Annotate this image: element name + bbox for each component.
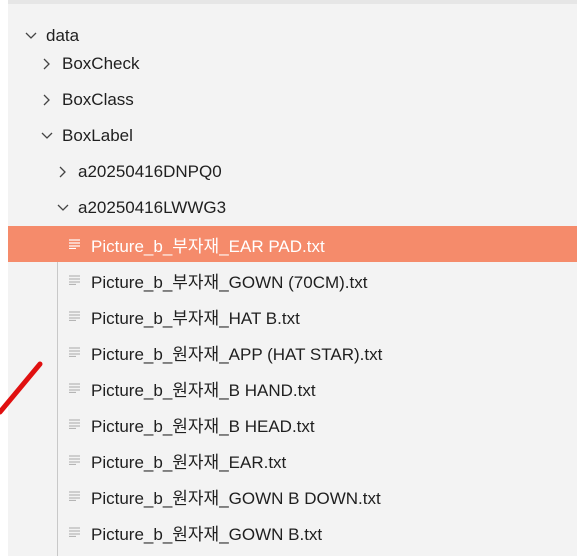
file-item[interactable]: Picture_b_부자재_HAT B.txt: [8, 298, 577, 334]
chevron-right-icon[interactable]: [38, 46, 56, 82]
file-label: Picture_b_원자재_GOWN B DOWN.txt: [91, 488, 381, 508]
file-item[interactable]: Picture_b_원자재_B HAND.txt: [8, 370, 577, 406]
file-label: Picture_b_부자재_EAR PAD.txt: [91, 236, 325, 256]
file-label: Picture_b_원자재_EAR.txt: [91, 452, 287, 472]
tree-item-label: BoxCheck: [62, 54, 140, 73]
red-annotation-line: [0, 361, 43, 415]
file-label: Picture_b_원자재_GOWN B.txt: [91, 524, 323, 544]
file-label: Picture_b_부자재_HAT B.txt: [91, 308, 300, 328]
text-file-icon: [69, 226, 91, 262]
tree-item-label: a20250416LWWG3: [78, 198, 227, 217]
chevron-right-icon[interactable]: [38, 82, 56, 118]
tree-item-boxclass[interactable]: BoxClass: [8, 82, 577, 118]
file-label: Picture_b_부자재_GOWN (70CM).txt: [91, 272, 368, 292]
file-item[interactable]: Picture_b_부자재_GOWN (70CM).txt: [8, 262, 577, 298]
tree-item-a20250416dnpq0[interactable]: a20250416DNPQ0: [8, 154, 577, 190]
tree-item-label: a20250416DNPQ0: [78, 162, 222, 181]
tree-item-label: data: [46, 26, 80, 45]
file-label: Picture_b_원자재_B HEAD.txt: [91, 416, 315, 436]
file-item[interactable]: Picture_b_원자재_GOWN B.txt: [8, 514, 577, 550]
text-file-icon: [69, 370, 91, 406]
file-item[interactable]: Picture_b_원자재_EAR.txt: [8, 442, 577, 478]
file-item[interactable]: Picture_b_원자재_APP (HAT STAR).txt: [8, 334, 577, 370]
text-file-icon: [69, 298, 91, 334]
tree-item-label: BoxLabel: [62, 126, 133, 145]
file-item[interactable]: Picture_b_원자재_B HEAD.txt: [8, 406, 577, 442]
file-label: Picture_b_원자재_APP (HAT STAR).txt: [91, 344, 383, 364]
chevron-right-icon[interactable]: [54, 154, 72, 190]
tree-item-label: BoxClass: [62, 90, 134, 109]
tree-item-boxlabel[interactable]: BoxLabel: [8, 118, 577, 154]
chevron-down-icon[interactable]: [38, 118, 56, 154]
file-item[interactable]: Picture_b_원자재_GOWN B DOWN.txt: [8, 478, 577, 514]
text-file-icon: [69, 478, 91, 514]
file-item[interactable]: Picture_b_부자재_EAR PAD.txt: [8, 226, 577, 262]
left-margin: [0, 0, 8, 556]
file-label: Picture_b_원자재_B HAND.txt: [91, 380, 316, 400]
text-file-icon: [69, 442, 91, 478]
tree-item-a20250416lwwg3[interactable]: a20250416LWWG3: [8, 190, 577, 226]
text-file-icon: [69, 514, 91, 550]
tree-item-boxcheck[interactable]: BoxCheck: [8, 46, 577, 82]
text-file-icon: [69, 262, 91, 298]
text-file-icon: [69, 406, 91, 442]
top-edge: [8, 0, 577, 4]
text-file-icon: [69, 334, 91, 370]
file-explorer-tree: data BoxCheck BoxClass BoxLabel a2025041…: [0, 0, 577, 556]
chevron-down-icon[interactable]: [54, 190, 72, 226]
